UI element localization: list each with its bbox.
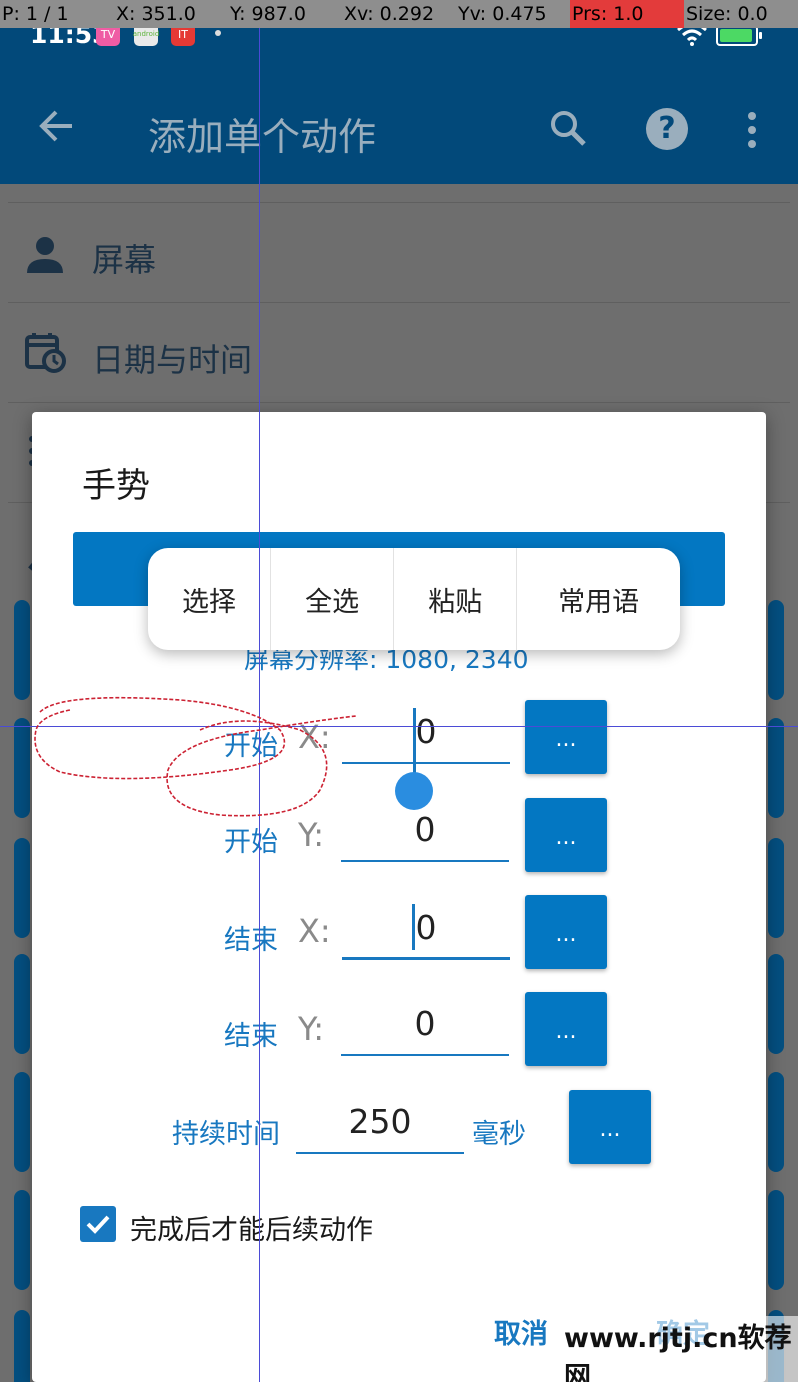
start-y-pick-button[interactable]: ... <box>525 798 607 872</box>
check-icon <box>86 1215 110 1234</box>
battery-icon <box>716 25 762 46</box>
app-bar: 添加单个动作 ? <box>0 70 798 184</box>
end-x-input[interactable]: 0 <box>342 900 510 960</box>
duration-pick-button[interactable]: ... <box>569 1090 651 1164</box>
pointer-xv: Xv: 0.292 <box>344 3 435 25</box>
pointer-x: X: 351.0 <box>116 3 196 25</box>
more-notifications-icon <box>215 30 221 36</box>
watermark: www.rjtj.cn软荐网 <box>562 1316 798 1382</box>
selection-handle-stem <box>413 708 416 776</box>
side-tab <box>768 1072 784 1172</box>
start-x-input[interactable]: 0 <box>342 704 510 764</box>
list-item-label: 屏幕 <box>92 241 157 279</box>
selection-handle[interactable] <box>395 772 433 810</box>
text-caret <box>412 904 415 950</box>
pointer-crosshair-horizontal <box>0 726 798 727</box>
pointer-location-bar: P: 1 / 1 X: 351.0 Y: 987.0 Xv: 0.292 Yv:… <box>0 0 798 28</box>
duration-unit: 毫秒 <box>472 1119 526 1150</box>
start-x-axis: X: <box>298 718 331 756</box>
side-tab <box>768 600 784 700</box>
start-y-axis: Y: <box>298 816 325 854</box>
help-icon[interactable]: ? <box>646 108 688 150</box>
more-vert-icon[interactable] <box>740 110 764 150</box>
search-icon[interactable] <box>548 108 588 148</box>
calendar-clock-icon <box>25 333 66 373</box>
side-tab <box>14 1190 30 1290</box>
end-x-axis: X: <box>298 912 331 950</box>
wait-complete-label: 完成后才能后续动作 <box>130 1215 373 1246</box>
cancel-button[interactable]: 取消 <box>494 1312 548 1351</box>
wait-complete-checkbox[interactable] <box>80 1206 116 1242</box>
side-tab <box>768 718 784 818</box>
side-tab <box>14 1310 30 1382</box>
page-title: 添加单个动作 <box>148 115 377 159</box>
pointer-size: Size: 0.0 <box>686 3 768 25</box>
duration-label: 持续时间 <box>172 1119 280 1150</box>
start-y-input[interactable]: 0 <box>341 802 509 862</box>
pointer-crosshair-vertical <box>259 0 260 1382</box>
end-y-label: 结束 <box>224 1021 278 1052</box>
context-select[interactable]: 选择 <box>148 548 272 650</box>
side-tab <box>14 600 30 700</box>
start-y-label: 开始 <box>224 827 278 858</box>
side-tab <box>14 838 30 938</box>
pointer-yv: Yv: 0.475 <box>458 3 547 25</box>
pointer-pressure: Prs: 1.0 <box>570 0 684 28</box>
end-y-axis: Y: <box>298 1010 325 1048</box>
context-paste[interactable]: 粘贴 <box>394 548 518 650</box>
pointer-count: P: 1 / 1 <box>2 3 69 25</box>
back-arrow-icon[interactable] <box>36 106 76 146</box>
side-tab <box>14 954 30 1054</box>
side-tab <box>14 1072 30 1172</box>
context-select-all[interactable]: 全选 <box>271 548 395 650</box>
side-tab <box>768 954 784 1054</box>
person-icon <box>27 237 63 273</box>
end-y-pick-button[interactable]: ... <box>525 992 607 1066</box>
end-x-label: 结束 <box>224 925 278 956</box>
side-tab <box>14 718 30 818</box>
text-context-menu: 选择 全选 粘贴 常用语 <box>148 548 680 650</box>
pointer-y: Y: 987.0 <box>230 3 306 25</box>
end-y-input[interactable]: 0 <box>341 996 509 1056</box>
context-common-phrases[interactable]: 常用语 <box>517 548 680 650</box>
duration-input[interactable]: 250 <box>296 1094 464 1154</box>
dialog-title: 手势 <box>82 466 150 506</box>
list-item[interactable]: 屏幕 <box>8 202 790 302</box>
list-item-label: 日期与时间 <box>92 341 253 379</box>
end-x-pick-button[interactable]: ... <box>525 895 607 969</box>
side-tab <box>768 1190 784 1290</box>
start-x-pick-button[interactable]: ... <box>525 700 607 774</box>
side-tab <box>768 838 784 938</box>
start-x-label: 开始 <box>224 731 278 762</box>
list-item[interactable]: 日期与时间 <box>8 302 790 402</box>
